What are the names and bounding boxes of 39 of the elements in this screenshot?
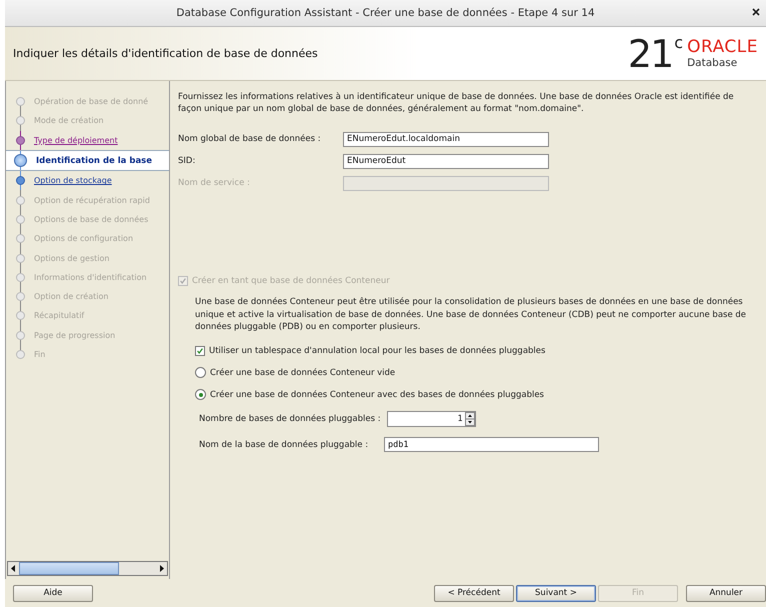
radio-label: Créer une base de données Conteneur avec des bases de données pluggables (210, 390, 544, 400)
step-item[interactable]: Page de progression (6, 326, 169, 345)
next-button[interactable]: Suivant > (516, 584, 596, 602)
step-item[interactable]: Informations d'identification (6, 268, 169, 287)
input-field[interactable]: ENumeroEdut.localdomain (343, 132, 549, 146)
step-item[interactable]: Identification de la base (6, 150, 169, 172)
cancel-button[interactable]: Annuler (686, 584, 766, 602)
horizontal-scrollbar[interactable] (7, 561, 168, 576)
step-item[interactable]: Type de déploiement (6, 130, 169, 150)
logo-product: Database (687, 56, 738, 70)
checkbox-label: Utiliser un tablespace d'annulation local pour les bases de données pluggables (209, 346, 546, 356)
field-label: Nom global de base de données : (178, 134, 322, 144)
step-item[interactable]: Option de récupération rapid (6, 190, 169, 210)
description-text: Fournissez les informations relatives à un identificateur unique de base de données. Une base de données Oracle est identifiée de façon unique par un nom global de base de données, généralement au format "nom.domaine". (178, 91, 735, 115)
step-item[interactable]: Opération de base de donné (6, 92, 169, 112)
logo-version: 21 (628, 34, 672, 72)
checkbox-label: Créer en tant que base de données Conteneur (192, 276, 390, 286)
window-title: Database Configuration Assistant - Créer une base de données - Etape 4 sur 14 (176, 7, 595, 19)
step-item[interactable]: Options de base de données (6, 210, 169, 230)
logo-superscript: c (674, 34, 684, 50)
step-item[interactable]: Récapitulatif (6, 306, 169, 326)
back-button[interactable]: < Précédent (434, 584, 514, 602)
radio-label: Créer une base de données Conteneur vide (210, 368, 396, 378)
field-label: Nombre de bases de données pluggables : (199, 414, 381, 424)
step-item[interactable]: Options de gestion (6, 248, 169, 268)
step-item[interactable]: Options de configuration (6, 229, 169, 248)
step-item[interactable]: Option de création (6, 286, 169, 306)
page-title: Indiquer les détails d'identification de base de données (13, 47, 318, 60)
close-icon[interactable] (750, 6, 762, 18)
step-item[interactable]: Fin (6, 344, 169, 364)
container-description: Une base de données Conteneur peut être utilisée pour la consolidation de plusieurs bases de données en une base de données unique et active la virtualisation de base de données. Une base de données Conteneur (CDB) peut ne comporter aucune base de données pluggable (PDB) ou en comporter plusieurs. (195, 296, 748, 334)
field-label: Nom de service : (178, 178, 251, 188)
help-button[interactable]: Aide (13, 584, 93, 602)
logo-brand: ORACLE (687, 38, 758, 56)
field-label: Nom de la base de données pluggable : (199, 440, 370, 450)
field-label: SID: (178, 156, 196, 166)
input-field[interactable]: ENumeroEdut (343, 154, 549, 168)
step-item[interactable]: Option de stockage (6, 171, 169, 190)
step-item[interactable]: Mode de création (6, 111, 169, 131)
